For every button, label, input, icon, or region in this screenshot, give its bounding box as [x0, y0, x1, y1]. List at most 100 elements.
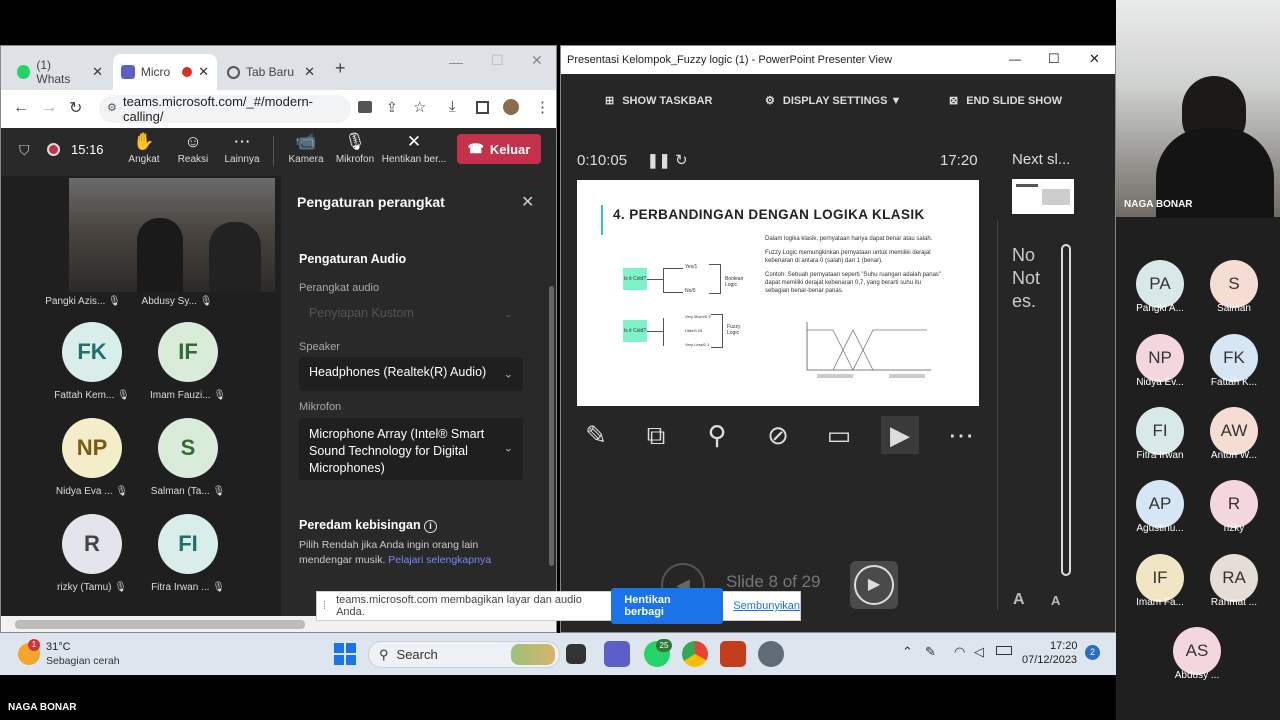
next-slide-thumbnail[interactable] — [1012, 179, 1074, 214]
more-options-icon[interactable]: ⋯ — [942, 416, 980, 454]
more-button[interactable]: ⋯ Lainnya — [217, 132, 267, 165]
notification-count[interactable]: 2 — [1085, 645, 1100, 660]
pause-icon[interactable]: ❚❚ — [647, 152, 670, 169]
settings-gear-icon[interactable] — [758, 641, 784, 667]
speaker-select[interactable]: Headphones (Realtek(R) Audio) ⌄ — [299, 357, 523, 391]
camera-indicator-icon[interactable] — [358, 101, 372, 113]
close-panel-icon[interactable]: ✕ — [521, 192, 534, 212]
weather-temp[interactable]: 31°C — [46, 641, 71, 653]
volume-icon[interactable]: ◁ — [974, 644, 984, 660]
avatar[interactable]: PA — [1136, 260, 1184, 308]
tray-time[interactable]: 17:20 — [1050, 640, 1078, 652]
close-tab-icon[interactable]: ✕ — [198, 64, 209, 80]
decrease-font-icon[interactable]: A — [1051, 593, 1060, 608]
mic-muted-icon: 🎙 — [108, 296, 121, 307]
avatar[interactable]: R — [1210, 480, 1258, 528]
new-tab-icon[interactable]: + — [335, 58, 346, 79]
language-icon[interactable]: ✎ — [925, 644, 936, 660]
back-icon[interactable]: ← — [13, 99, 29, 117]
audio-device-select[interactable]: Penyiapan Kustom ⌄ — [299, 298, 523, 330]
avatar[interactable]: IF — [1136, 554, 1184, 602]
tab-new[interactable]: Tab Baru ✕ — [219, 54, 323, 90]
taskbar-search[interactable]: ⚲ Search — [368, 641, 560, 668]
stop-share-button[interactable]: ✕ Hentikan ber... — [381, 132, 447, 165]
display-settings-button[interactable]: ⚙ DISPLAY SETTINGS ▼ — [765, 94, 901, 108]
weather-desc[interactable]: Sebagian cerah — [46, 655, 120, 667]
maximize-icon[interactable]: ☐ — [491, 52, 504, 69]
share-icon[interactable]: ⇪ — [386, 99, 398, 116]
camera-button[interactable]: 📹 Kamera — [281, 132, 331, 165]
avatar[interactable]: AP — [1136, 480, 1184, 528]
panel-scrollbar[interactable] — [549, 286, 554, 566]
chevron-up-icon[interactable]: ⌃ — [902, 644, 913, 660]
mic-select[interactable]: Microphone Array (Intel® Smart Sound Tec… — [299, 418, 523, 480]
close-tab-icon[interactable]: ✕ — [304, 64, 315, 80]
participant-tile[interactable]: S Salman (Ta... 🎙 — [140, 418, 236, 497]
close-window-icon[interactable]: ✕ — [1089, 51, 1100, 67]
battery-icon[interactable] — [996, 646, 1012, 655]
react-button[interactable]: ☺ Reaksi — [168, 132, 218, 165]
avatar-initials: AP — [1148, 494, 1172, 513]
hide-button[interactable]: Sembunyikan — [733, 600, 800, 612]
avatar[interactable]: FK — [1210, 334, 1258, 382]
forward-icon[interactable]: → — [41, 99, 57, 117]
see-all-slides-icon[interactable]: ⧉ — [637, 416, 675, 454]
participant-tile[interactable]: FI Fitra Irwan ... 🎙 — [140, 514, 236, 593]
avatar[interactable]: RA — [1210, 554, 1258, 602]
participant-tile[interactable]: Pangki Azis... 🎙 — [35, 296, 131, 307]
pen-tool-icon[interactable]: ✎ — [577, 416, 615, 454]
participant-tile[interactable]: Rrizky (Tamu) 🎙 — [44, 514, 140, 593]
increase-font-icon[interactable]: A — [1013, 591, 1025, 609]
camera-toggle-icon[interactable]: ▶ — [881, 416, 919, 454]
drag-handle-icon[interactable]: ⁞ — [323, 600, 326, 612]
leave-button[interactable]: ☎ Keluar — [457, 134, 541, 164]
raise-hand-button[interactable]: ✋ Angkat — [119, 132, 169, 165]
zoom-icon[interactable]: ⚲ — [698, 416, 736, 454]
task-view-icon[interactable] — [566, 644, 586, 664]
next-slide-button[interactable]: ▶ — [850, 561, 898, 609]
info-icon[interactable]: i — [424, 520, 438, 533]
wifi-icon[interactable]: ◠ — [954, 644, 965, 660]
reload-icon[interactable]: ↻ — [69, 98, 82, 118]
button-label: Angkat — [128, 154, 160, 165]
download-icon[interactable]: ⤓ — [449, 98, 456, 115]
sidepanel-icon[interactable] — [476, 101, 489, 114]
minimize-icon[interactable]: — — [1009, 52, 1021, 66]
profile-avatar[interactable] — [503, 99, 519, 115]
avatar[interactable]: FI — [1136, 407, 1184, 455]
participant-tile[interactable]: NP Nidya Eva ... 🎙 — [44, 418, 140, 497]
powerpoint-icon[interactable] — [720, 641, 746, 667]
maximize-icon[interactable]: ☐ — [1048, 51, 1060, 67]
end-slideshow-button[interactable]: ⊠ END SLIDE SHOW — [949, 94, 1062, 108]
show-taskbar-button[interactable]: ⊞ SHOW TASKBAR — [605, 94, 712, 108]
start-windows-icon[interactable] — [334, 643, 356, 665]
learn-more-link[interactable]: Pelajari selengkapnya — [388, 554, 491, 566]
video-person — [209, 222, 261, 292]
close-window-icon[interactable]: ✕ — [531, 52, 543, 69]
tab-teams[interactable]: Micro ✕ — [113, 54, 217, 90]
notes-scrollbar[interactable] — [1061, 244, 1071, 576]
participant-tile[interactable]: Abdusy Sy... 🎙 — [129, 296, 225, 307]
subtitles-icon[interactable]: ▭ — [820, 416, 858, 454]
menu-kebab-icon[interactable]: ⋮ — [535, 98, 550, 116]
close-tab-icon[interactable]: ✕ — [92, 64, 103, 80]
avatar[interactable]: AS — [1173, 627, 1221, 675]
scroll-thumb[interactable] — [15, 620, 305, 629]
avatar[interactable]: AW — [1210, 407, 1258, 455]
restart-timer-icon[interactable]: ↻ — [675, 151, 688, 169]
mic-button[interactable]: 🎙 Mikrofon — [330, 132, 380, 165]
url-field[interactable]: ⚙ teams.microsoft.com/_#/modern-calling/ — [99, 94, 351, 124]
chrome-icon[interactable] — [682, 641, 708, 667]
avatar[interactable]: NP — [1136, 334, 1184, 382]
tray-date[interactable]: 07/12/2023 — [1022, 654, 1077, 666]
site-info-icon[interactable]: ⚙ — [107, 101, 117, 114]
tab-whatsapp[interactable]: (1) Whats ✕ — [9, 54, 111, 90]
black-screen-icon[interactable]: ⊘ — [759, 416, 797, 454]
minimize-icon[interactable]: — — [449, 54, 463, 70]
stop-sharing-button[interactable]: Hentikan berbagi — [611, 588, 724, 624]
participant-tile[interactable]: FK Fattah Kem... 🎙 — [44, 322, 140, 401]
avatar[interactable]: S — [1210, 260, 1258, 308]
bookmark-star-icon[interactable]: ☆ — [413, 98, 426, 116]
teams-chat-icon[interactable] — [604, 641, 630, 667]
participant-tile[interactable]: IF Imam Fauzi... 🎙 — [140, 322, 236, 401]
